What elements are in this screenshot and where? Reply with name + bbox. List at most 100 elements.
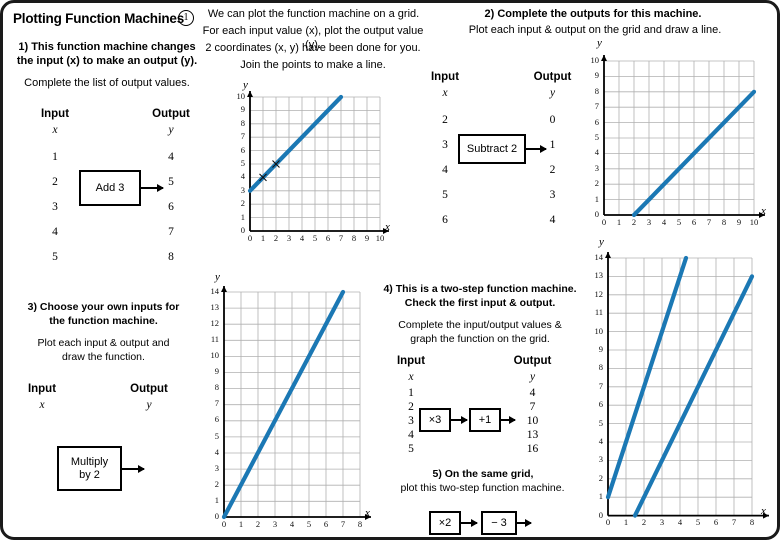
- q4-instruction-line3: Complete the input/output values &: [398, 319, 562, 331]
- q4-function-machine-box-1: ×3: [419, 408, 451, 432]
- q5-function-machine-box-2: − 3: [481, 511, 517, 535]
- grid2-ytick-10: 10: [590, 55, 600, 65]
- grid2-xlabel: x: [761, 205, 766, 217]
- q4-input-5: 5: [408, 443, 414, 455]
- q1-function-machine-box: Add 3: [79, 170, 141, 206]
- q4-input-1: 1: [408, 387, 414, 399]
- q3-instruction-line1: 3) Choose your own inputs for: [27, 301, 180, 313]
- q1-input-1: 1: [52, 151, 58, 163]
- q1-output-1[interactable]: 4: [143, 151, 199, 163]
- q4-output-1[interactable]: 4: [505, 387, 560, 399]
- grid4-xtick-0: 0: [605, 517, 611, 527]
- q2-instruction-line1: 2) Complete the outputs for this machine…: [484, 8, 702, 20]
- q4-output-5[interactable]: 16: [505, 443, 560, 455]
- q3-input-1[interactable]: [17, 423, 67, 437]
- q3-output-2[interactable]: [121, 443, 177, 457]
- grid4-xtick-3: 3: [659, 517, 665, 527]
- grid4-ytick-10: 10: [594, 325, 604, 336]
- q1-input-4: 4: [52, 226, 58, 238]
- q3-output-var: y: [146, 399, 152, 411]
- q2-input-4: 5: [442, 189, 448, 201]
- grid4-ytick-1: 1: [598, 491, 603, 502]
- grid2-ytick-4: 4: [594, 147, 599, 158]
- q3-instruction-line3: Plot each input & output and: [37, 337, 170, 349]
- grid2-xtick-10: 10: [749, 217, 759, 227]
- q4-output-header: Output: [513, 355, 552, 367]
- grid4-xtick-2: 2: [641, 517, 647, 527]
- q1-instruction-line3: Complete the list of output values.: [24, 77, 190, 89]
- page-number-badge: 1: [178, 10, 194, 26]
- grid4-xtick-5: 5: [695, 517, 701, 527]
- q3-instruction-line4: draw the function.: [62, 351, 145, 363]
- intro-line3: 2 coordinates (x, y) have been done for …: [205, 42, 421, 54]
- q4-instruction-line4: graph the function on the grid.: [410, 333, 550, 345]
- q4-output-2[interactable]: 7: [505, 401, 560, 413]
- grid3-xtick-3: 3: [272, 519, 278, 529]
- q3-instruction-line2: the function machine.: [49, 315, 158, 327]
- grid4-xtick-1: 1: [623, 517, 629, 527]
- grid3-xtick-8: 8: [357, 519, 363, 529]
- q2-output-5[interactable]: 4: [525, 214, 580, 226]
- q1-input-var: x: [52, 124, 58, 136]
- q2-output-3[interactable]: 2: [525, 164, 580, 176]
- q2-input-header: Input: [430, 71, 460, 83]
- q1-output-3[interactable]: 6: [143, 201, 199, 213]
- grid1-ytick-9: 9: [240, 104, 245, 115]
- q2-output-4[interactable]: 3: [525, 189, 580, 201]
- q3-output-4[interactable]: [121, 483, 177, 497]
- grid3-ytick-4: 4: [214, 446, 219, 457]
- q3-machine-line2: by 2: [79, 468, 100, 481]
- q2-output-1[interactable]: 0: [525, 114, 580, 126]
- q5-instruction-line1: 5) On the same grid,: [432, 468, 534, 480]
- grid2-xtick-0: 0: [601, 217, 607, 227]
- grid2-ytick-9: 9: [594, 70, 599, 81]
- grid1-xtick-6: 6: [325, 233, 331, 243]
- grid4-ytick-5: 5: [598, 417, 603, 428]
- grid2-xtick-4: 4: [661, 217, 667, 227]
- grid3-ytick-11: 11: [210, 333, 219, 344]
- grid3-ytick-7: 7: [214, 398, 219, 409]
- q1-input-5: 5: [52, 251, 58, 263]
- q4-arrow-icon-1: [451, 415, 468, 425]
- q1-output-5[interactable]: 8: [143, 251, 199, 263]
- grid3-ytick-12: 12: [210, 317, 220, 328]
- grid1-xtick-4: 4: [299, 233, 305, 243]
- grid4-xlabel: x: [761, 505, 766, 517]
- grid4-ytick-14: 14: [594, 252, 604, 262]
- grid4-ytick-7: 7: [598, 380, 603, 391]
- grid1-xlabel: x: [385, 221, 390, 233]
- q1-output-4[interactable]: 7: [143, 226, 199, 238]
- grid2-ytick-3: 3: [594, 162, 599, 173]
- grid3-xtick-7: 7: [340, 519, 346, 529]
- q3-machine-line1: Multiply: [70, 456, 109, 468]
- q4-output-4[interactable]: 13: [505, 429, 560, 441]
- page-title: Plotting Function Machines: [13, 11, 185, 26]
- q3-input-5[interactable]: [17, 503, 67, 517]
- grid2-xtick-6: 6: [691, 217, 697, 227]
- q3-output-1[interactable]: [121, 423, 177, 437]
- grid1-xtick-0: 0: [247, 233, 253, 243]
- grid3-ytick-9: 9: [214, 366, 219, 377]
- q1-input-2: 2: [52, 176, 58, 188]
- q2-input-5: 6: [442, 214, 448, 226]
- grid4-ytick-4: 4: [598, 436, 603, 446]
- q3-output-5[interactable]: [121, 503, 177, 517]
- grid3-xtick-5: 5: [306, 519, 312, 529]
- grid3-ytick-3: 3: [214, 462, 219, 473]
- grid3-ytick-14: 14: [210, 285, 220, 296]
- q2-input-3: 4: [442, 164, 448, 176]
- q5-arrow-icon-1: [461, 518, 478, 528]
- q4-input-var: x: [408, 371, 414, 383]
- q4-input-header: Input: [396, 355, 426, 367]
- grid1-xtick-8: 8: [351, 233, 357, 243]
- grid1-ytick-6: 6: [240, 144, 245, 155]
- grid1-xtick-1: 1: [260, 233, 266, 243]
- grid1-ytick-1: 1: [240, 211, 245, 222]
- grid2-ytick-2: 2: [594, 178, 599, 189]
- grid4-ytick-8: 8: [598, 362, 603, 373]
- grid4-ytick-3: 3: [598, 454, 603, 465]
- grid3-ytick-6: 6: [214, 414, 219, 425]
- q4-function-machine-box-2: +1: [469, 408, 501, 432]
- grid4-ytick-6: 6: [598, 399, 603, 410]
- q3-input-header: Input: [27, 383, 57, 395]
